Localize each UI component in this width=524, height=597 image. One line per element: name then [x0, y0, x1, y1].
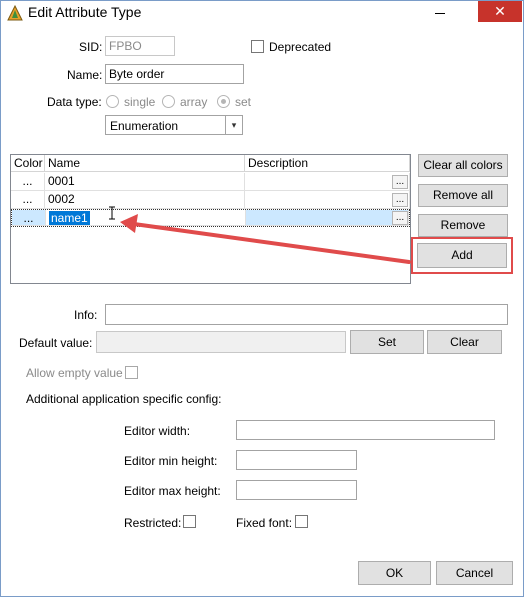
editor-width-input[interactable] [237, 421, 494, 439]
editor-max-height-label: Editor max height: [124, 484, 221, 498]
cancel-button[interactable]: Cancel [436, 561, 513, 585]
fixed-font-label: Fixed font: [236, 516, 293, 530]
restricted-label: Restricted: [124, 516, 182, 530]
allow-empty-label: Allow empty value [26, 366, 123, 380]
default-value-field[interactable] [96, 331, 346, 353]
default-value-label: Default value: [19, 336, 93, 350]
editor-max-height-field[interactable] [236, 480, 357, 500]
editor-max-height-input[interactable] [237, 481, 356, 499]
fixed-font-checkbox[interactable] [295, 515, 308, 528]
set-button[interactable]: Set [350, 330, 424, 354]
info-label: Info: [74, 308, 98, 322]
annotation-arrow [120, 214, 411, 264]
editor-width-field[interactable] [236, 420, 495, 440]
editor-width-label: Editor width: [124, 424, 191, 438]
editor-min-height-field[interactable] [236, 450, 357, 470]
editor-min-height-input[interactable] [237, 451, 356, 469]
info-field[interactable] [105, 304, 508, 325]
clear-button[interactable]: Clear [427, 330, 502, 354]
allow-empty-checkbox[interactable] [125, 366, 138, 379]
info-input[interactable] [106, 305, 507, 324]
editor-min-height-label: Editor min height: [124, 454, 218, 468]
default-value-input[interactable] [97, 332, 345, 352]
additional-config-heading: Additional application specific config: [26, 392, 222, 406]
restricted-checkbox[interactable] [183, 515, 196, 528]
ok-button[interactable]: OK [358, 561, 431, 585]
